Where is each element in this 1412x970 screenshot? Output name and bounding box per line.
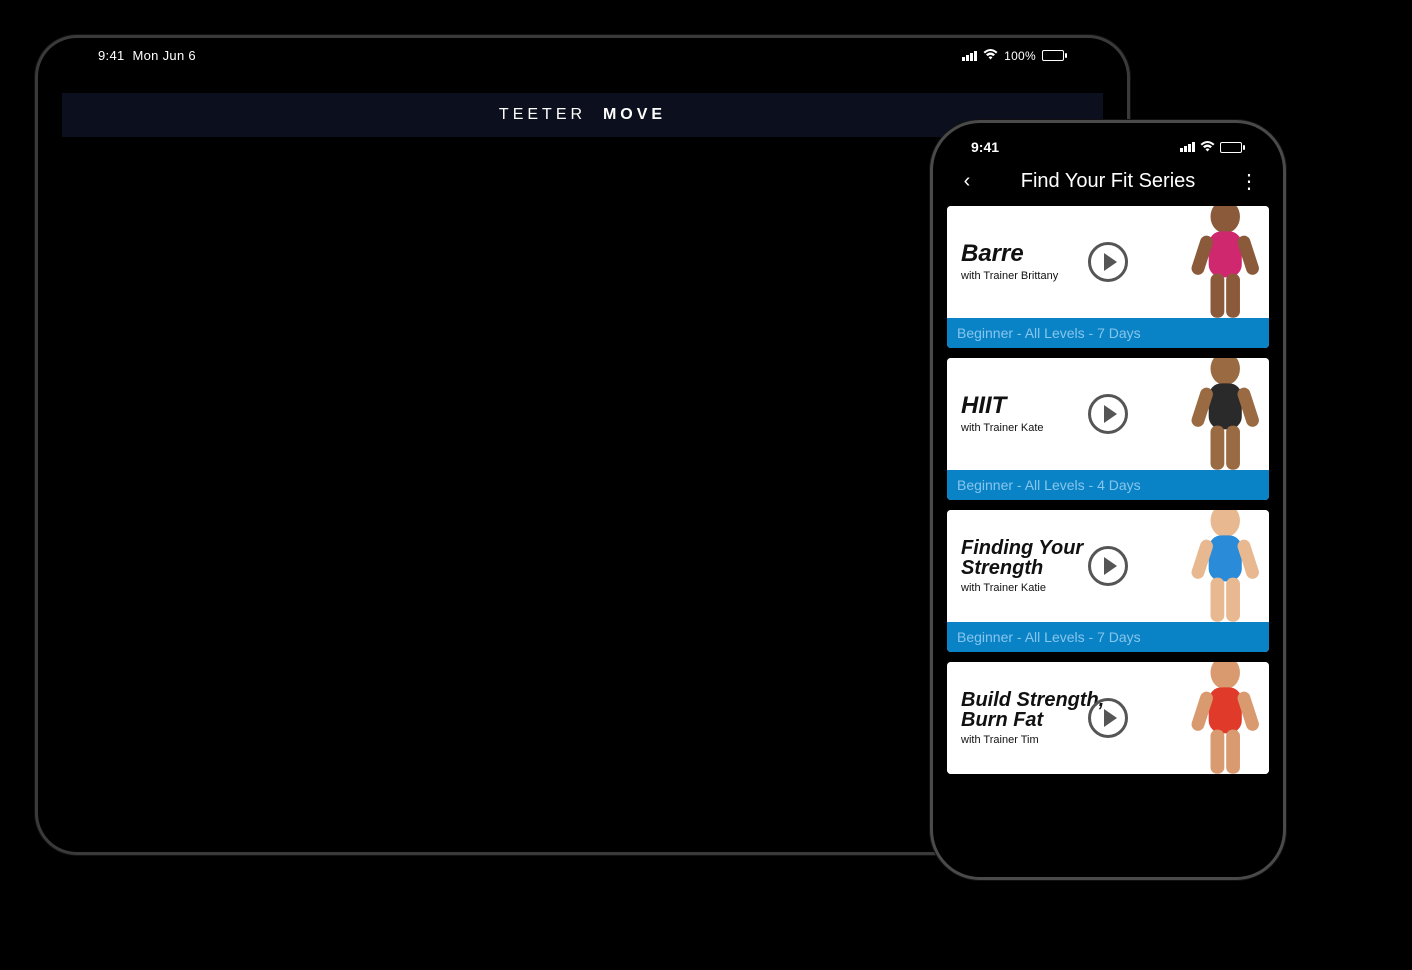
brand-light: TEETER (499, 106, 586, 124)
series-title: Finding YourStrength (961, 538, 1083, 578)
tablet-status-left: 9:41 Mon Jun 6 (98, 48, 196, 63)
play-icon[interactable] (1088, 698, 1128, 738)
wifi-icon (1200, 139, 1215, 155)
series-title: Build Strength,Burn Fat (961, 690, 1104, 730)
phone-notch (1033, 123, 1183, 153)
tablet-status-date: Mon Jun 6 (133, 48, 196, 63)
series-card-top[interactable]: Finding YourStrength with Trainer Katie (947, 510, 1269, 622)
series-card[interactable]: Finding YourStrength with Trainer Katie … (947, 510, 1269, 652)
app-header: TEETER MOVE (62, 93, 1103, 137)
cellular-signal-icon (962, 51, 977, 61)
series-trainer: with Trainer Kate (961, 422, 1044, 434)
series-card[interactable]: Barre with Trainer Brittany Beginner - A… (947, 206, 1269, 348)
series-card-top[interactable]: Barre with Trainer Brittany (947, 206, 1269, 318)
play-icon[interactable] (1088, 242, 1128, 282)
back-button[interactable]: ‹ (955, 170, 979, 193)
series-card[interactable]: Build Strength,Burn Fat with Trainer Tim (947, 662, 1269, 774)
tablet-status-bar: 9:41 Mon Jun 6 100% (38, 38, 1127, 63)
series-title: Barre (961, 242, 1058, 266)
more-options-button[interactable]: ⋮ (1237, 169, 1261, 194)
brand-bold: MOVE (603, 106, 666, 124)
series-card-top[interactable]: HIIT with Trainer Kate (947, 358, 1269, 470)
series-meta: Beginner - All Levels - 7 Days (947, 622, 1269, 652)
series-trainer: with Trainer Katie (961, 582, 1083, 594)
series-trainer: with Trainer Tim (961, 734, 1104, 746)
series-trainer: with Trainer Brittany (961, 270, 1058, 282)
battery-icon (1042, 50, 1067, 61)
series-card-text: Finding YourStrength with Trainer Katie (961, 538, 1083, 594)
wifi-icon (983, 49, 998, 63)
tablet-status-time: 9:41 (98, 48, 125, 63)
series-title: HIIT (961, 394, 1044, 418)
phone-status-time: 9:41 (971, 139, 999, 155)
play-icon[interactable] (1088, 546, 1128, 586)
tablet-status-right: 100% (962, 49, 1067, 63)
series-list[interactable]: Barre with Trainer Brittany Beginner - A… (947, 206, 1269, 774)
phone-status-right (1180, 139, 1245, 155)
series-card-text: HIIT with Trainer Kate (961, 394, 1044, 434)
play-icon[interactable] (1088, 394, 1128, 434)
series-card-text: Barre with Trainer Brittany (961, 242, 1058, 282)
series-meta: Beginner - All Levels - 4 Days (947, 470, 1269, 500)
battery-icon (1220, 142, 1245, 153)
phone-device: 9:41 ‹ Find Your Fit Series ⋮ Barre with… (930, 120, 1286, 880)
series-card-text: Build Strength,Burn Fat with Trainer Tim (961, 690, 1104, 746)
cellular-signal-icon (1180, 142, 1195, 152)
phone-nav-bar: ‹ Find Your Fit Series ⋮ (947, 161, 1269, 206)
series-card[interactable]: HIIT with Trainer Kate Beginner - All Le… (947, 358, 1269, 500)
page-title: Find Your Fit Series (979, 170, 1237, 193)
tablet-battery-pct: 100% (1004, 49, 1036, 63)
series-card-top[interactable]: Build Strength,Burn Fat with Trainer Tim (947, 662, 1269, 774)
series-meta: Beginner - All Levels - 7 Days (947, 318, 1269, 348)
